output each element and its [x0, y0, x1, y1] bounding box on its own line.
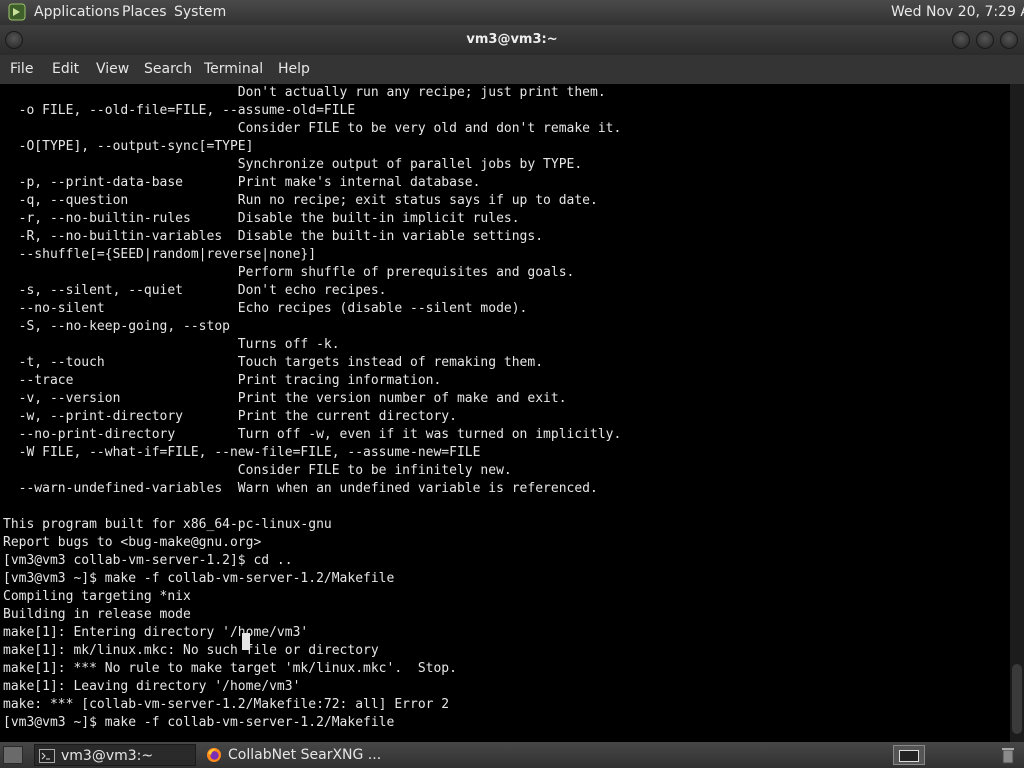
firefox-icon	[207, 748, 221, 762]
show-desktop-icon[interactable]	[3, 746, 23, 764]
applications-menu[interactable]: Applications	[34, 4, 120, 21]
workspace-switcher[interactable]	[893, 745, 925, 765]
system-menu[interactable]: System	[174, 4, 226, 21]
terminal-cursor	[242, 633, 250, 650]
window-title: vm3@vm3:~	[466, 32, 558, 47]
menu-view[interactable]: View	[96, 61, 129, 77]
trash-icon[interactable]	[1000, 746, 1016, 764]
bottom-panel: vm3@vm3:~ CollabNet SearXNG ...	[0, 742, 1024, 768]
terminal-scrollbar[interactable]	[1010, 84, 1024, 742]
maximize-button[interactable]	[976, 31, 994, 49]
menu-search[interactable]: Search	[144, 61, 192, 77]
places-menu[interactable]: Places	[122, 4, 167, 21]
workspace-window-thumbnail	[899, 750, 919, 762]
menubar: File Edit View Search Terminal Help	[0, 55, 1024, 85]
close-button[interactable]	[1000, 31, 1018, 49]
taskbar-item-firefox[interactable]: CollabNet SearXNG ...	[202, 744, 381, 766]
top-panel: Applications Places System Wed Nov 20, 7…	[0, 0, 1024, 25]
menu-file[interactable]: File	[10, 61, 33, 77]
taskbar-item-terminal[interactable]: vm3@vm3:~	[34, 744, 196, 766]
terminal-output[interactable]: Don't actually run any recipe; just prin…	[0, 84, 1010, 742]
terminal-text: Don't actually run any recipe; just prin…	[3, 85, 622, 730]
scrollbar-thumb[interactable]	[1012, 664, 1022, 734]
applications-menu-icon[interactable]	[8, 3, 26, 21]
taskbar-item-label: CollabNet SearXNG ...	[228, 747, 382, 763]
terminal-icon	[39, 749, 55, 763]
menu-help[interactable]: Help	[278, 61, 310, 77]
menu-terminal[interactable]: Terminal	[204, 61, 263, 77]
taskbar-item-label: vm3@vm3:~	[61, 748, 154, 764]
clock[interactable]: Wed Nov 20, 7:29 AM	[891, 4, 1024, 21]
window-titlebar[interactable]: vm3@vm3:~	[0, 25, 1024, 55]
minimize-button[interactable]	[952, 31, 970, 49]
menu-edit[interactable]: Edit	[52, 61, 79, 77]
